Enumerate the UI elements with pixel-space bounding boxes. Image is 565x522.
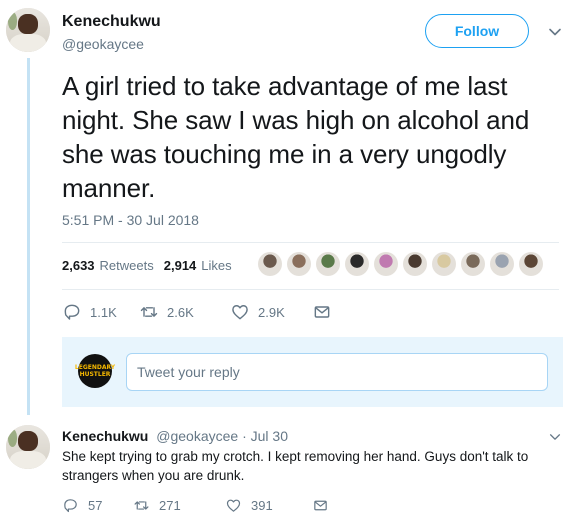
reply-actions: 57 271 391 (62, 497, 338, 514)
liker-avatar[interactable] (432, 252, 456, 276)
like-button[interactable]: 2.9K (230, 302, 312, 322)
reply-button[interactable]: 57 (62, 497, 133, 514)
reply-icon (62, 302, 82, 322)
liker-avatar[interactable] (287, 252, 311, 276)
retweet-count: 271 (159, 498, 181, 513)
retweets-count: 2,633 (62, 258, 95, 273)
chevron-down-icon[interactable] (548, 430, 562, 444)
current-user-avatar[interactable]: LEGENDARY HUSTLER (74, 354, 116, 388)
liker-avatar[interactable] (461, 252, 485, 276)
reply-composer: LEGENDARY HUSTLER Tweet your reply (62, 337, 563, 407)
reply-count: 1.1K (90, 304, 117, 320)
reply-author-avatar[interactable] (6, 425, 50, 469)
heart-icon (225, 497, 242, 514)
retweets-label: Retweets (99, 258, 154, 273)
retweet-icon (139, 302, 159, 322)
tweet-text: A girl tried to take advantage of me las… (62, 71, 530, 203)
reply-icon (62, 497, 79, 514)
reply-button[interactable]: 1.1K (62, 302, 139, 322)
author-name[interactable]: Kenechukwu (62, 13, 161, 31)
reply-author-handle[interactable]: @geokaycee (156, 428, 238, 444)
tweet-stats: 2,633 Retweets 2,914 Likes (62, 258, 232, 273)
liker-avatar[interactable] (316, 252, 340, 276)
direct-message-button[interactable] (312, 497, 338, 514)
tweet-actions: 1.1K 2.6K 2.9K (62, 302, 340, 322)
liker-avatar[interactable] (374, 252, 398, 276)
liker-avatar[interactable] (490, 252, 514, 276)
reply-count: 57 (88, 498, 103, 513)
liker-avatar[interactable] (403, 252, 427, 276)
like-count: 391 (251, 498, 273, 513)
reply-input[interactable]: Tweet your reply (126, 353, 548, 391)
retweets-stat[interactable]: 2,633 Retweets (62, 258, 154, 273)
liker-avatar[interactable] (519, 252, 543, 276)
retweet-icon (133, 497, 150, 514)
like-button[interactable]: 391 (225, 497, 312, 514)
retweet-button[interactable]: 271 (133, 497, 225, 514)
reply-text: She kept trying to grab my crotch. I kep… (62, 449, 529, 483)
likes-count: 2,914 (163, 258, 197, 273)
divider (62, 289, 559, 290)
author-avatar[interactable] (6, 8, 50, 52)
heart-icon (230, 302, 250, 322)
direct-message-button[interactable] (312, 302, 340, 322)
retweet-count: 2.6K (167, 304, 194, 320)
liker-avatar[interactable] (345, 252, 369, 276)
divider (62, 242, 559, 243)
chevron-down-icon[interactable] (547, 24, 563, 40)
reply-author-name[interactable]: Kenechukwu (62, 428, 148, 444)
envelope-icon (312, 497, 329, 514)
thread-connector-line (27, 58, 30, 415)
liker-avatars (258, 252, 548, 276)
likes-stat[interactable]: 2,914 Likes (164, 258, 232, 273)
like-count: 2.9K (258, 304, 285, 320)
avatar-logo-text: LEGENDARY HUSTLER (74, 364, 116, 378)
envelope-icon (312, 302, 332, 322)
liker-avatar[interactable] (258, 252, 282, 276)
retweet-button[interactable]: 2.6K (139, 302, 230, 322)
reply-header: Kenechukwu @geokaycee · Jul 30 (62, 428, 288, 444)
author-handle[interactable]: @geokaycee (62, 36, 144, 52)
tweet-timestamp[interactable]: 5:51 PM - 30 Jul 2018 (62, 212, 199, 228)
follow-button[interactable]: Follow (425, 14, 529, 48)
likes-label: Likes (201, 258, 232, 273)
reply-date[interactable]: · Jul 30 (242, 428, 288, 444)
